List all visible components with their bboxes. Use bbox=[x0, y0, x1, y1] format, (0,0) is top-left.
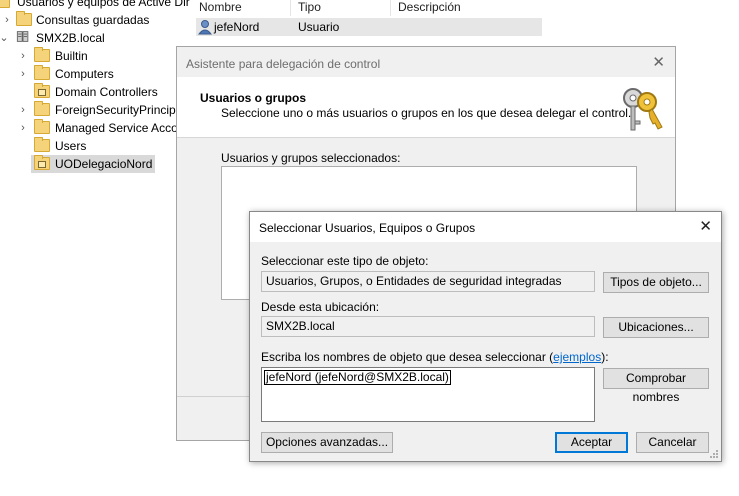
ou-folder-icon bbox=[34, 155, 50, 170]
ad-tree-pane: Usuarios y equipos de Active Directory ›… bbox=[0, 0, 190, 496]
column-header-type[interactable]: Tipo bbox=[298, 0, 321, 17]
folder-icon bbox=[34, 47, 50, 62]
object-types-button[interactable]: Tipos de objeto... bbox=[603, 272, 709, 293]
row-type: Usuario bbox=[298, 20, 340, 34]
tree-item-label: UODelegacioNord bbox=[55, 157, 153, 171]
column-header-name[interactable]: Nombre bbox=[199, 0, 242, 17]
column-divider[interactable] bbox=[390, 0, 391, 16]
locations-button[interactable]: Ubicaciones... bbox=[603, 317, 709, 338]
chevron-right-icon[interactable]: › bbox=[18, 119, 28, 137]
tree-item-label: Consultas guardadas bbox=[36, 13, 150, 27]
folder-icon bbox=[34, 137, 50, 152]
object-type-field: Usuarios, Grupos, o Entidades de segurid… bbox=[261, 271, 595, 292]
chevron-right-icon[interactable]: › bbox=[18, 65, 28, 83]
tree-item-label: Builtin bbox=[55, 49, 88, 63]
tree-item-label: Managed Service Accounts bbox=[55, 121, 190, 135]
resolved-name: jefeNord (jefeNord@SMX2B.local) bbox=[264, 370, 451, 385]
tree-item-label: Users bbox=[55, 139, 87, 153]
folder-icon bbox=[34, 119, 50, 134]
folder-icon bbox=[34, 101, 50, 116]
dialog-titlebar: Seleccionar Usuarios, Equipos o Grupos ✕ bbox=[250, 212, 721, 242]
ad-root-icon bbox=[0, 0, 10, 8]
close-icon[interactable]: ✕ bbox=[652, 53, 665, 71]
check-names-button[interactable]: Comprobar nombres bbox=[603, 368, 709, 404]
wizard-heading: Usuarios o grupos bbox=[200, 91, 307, 105]
tree-item-uodelegacionord[interactable]: UODelegacioNord bbox=[31, 155, 155, 173]
keys-icon bbox=[623, 88, 663, 131]
tree-item-label: ForeignSecurityPrincipals bbox=[55, 103, 190, 117]
location-label: Desde esta ubicación: bbox=[261, 300, 380, 314]
select-objects-dialog: Seleccionar Usuarios, Equipos o Grupos ✕… bbox=[249, 211, 722, 462]
tree-item-label: SMX2B.local bbox=[36, 31, 105, 45]
close-icon[interactable]: ✕ bbox=[699, 217, 712, 235]
selected-users-label: Usuarios y grupos seleccionados: bbox=[221, 151, 401, 165]
object-names-input[interactable]: jefeNord (jefeNord@SMX2B.local) bbox=[261, 367, 595, 422]
cancel-button[interactable]: Cancelar bbox=[636, 432, 709, 453]
object-names-label-end: ): bbox=[601, 350, 609, 364]
dialog-title: Seleccionar Usuarios, Equipos o Grupos bbox=[259, 221, 476, 235]
object-names-label-text: Escriba los nombres de objeto que desea … bbox=[261, 350, 554, 364]
domain-icon bbox=[16, 31, 29, 42]
row-name: jefeNord bbox=[214, 20, 260, 34]
tree-root-label: Usuarios y equipos de Active Directory bbox=[17, 0, 190, 9]
chevron-down-icon[interactable]: ⌄ bbox=[0, 29, 9, 47]
ok-button[interactable]: Aceptar bbox=[555, 432, 628, 453]
object-type-label: Seleccionar este tipo de objeto: bbox=[261, 254, 429, 268]
ou-folder-icon bbox=[34, 83, 50, 98]
wizard-title: Asistente para delegación de control bbox=[186, 57, 381, 71]
folder-icon bbox=[16, 11, 32, 26]
object-names-label: Escriba los nombres de objeto que desea … bbox=[261, 350, 609, 364]
chevron-right-icon[interactable]: › bbox=[18, 47, 28, 65]
object-list: Nombre Tipo Descripción jefeNord Usuario bbox=[192, 0, 542, 36]
resize-grip-icon[interactable] bbox=[709, 449, 719, 459]
tree-item-label: Domain Controllers bbox=[55, 85, 158, 99]
folder-icon bbox=[34, 65, 50, 80]
table-row[interactable]: jefeNord Usuario bbox=[196, 18, 542, 36]
advanced-options-button[interactable]: Opciones avanzadas... bbox=[261, 432, 393, 453]
wizard-subheading: Seleccione uno o más usuarios o grupos e… bbox=[221, 106, 632, 120]
examples-link[interactable]: ejemplos bbox=[553, 350, 601, 364]
column-divider[interactable] bbox=[290, 0, 291, 16]
location-field: SMX2B.local bbox=[261, 316, 595, 337]
chevron-right-icon[interactable]: › bbox=[2, 11, 12, 29]
chevron-right-icon[interactable]: › bbox=[18, 101, 28, 119]
wizard-header: Usuarios o grupos Seleccione uno o más u… bbox=[177, 77, 675, 138]
tree-item-label: Computers bbox=[55, 67, 114, 81]
column-header-description[interactable]: Descripción bbox=[398, 0, 461, 17]
user-icon bbox=[198, 20, 212, 35]
